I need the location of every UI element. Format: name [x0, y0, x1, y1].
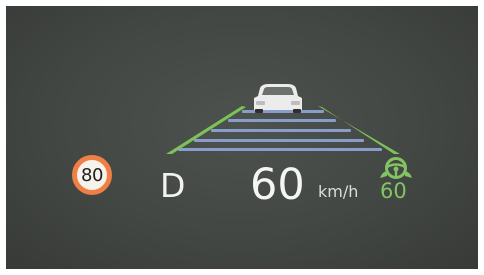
lane-guidance — [166, 84, 400, 154]
speed-limit-sign-icon: 80 — [72, 155, 112, 195]
cruise-set-speed: 60 — [380, 179, 407, 203]
distance-stripe — [228, 119, 336, 122]
distance-stripe — [242, 110, 324, 113]
speed-unit: km/h — [318, 182, 359, 201]
hud-display: 80 D 60 km/h 60 — [6, 6, 478, 269]
gear-indicator: D — [160, 166, 186, 205]
current-speed: 60 — [250, 160, 305, 210]
distance-stripe — [178, 148, 382, 151]
car-icon — [254, 84, 302, 113]
distance-stripe — [194, 139, 364, 142]
speed-limit-value: 80 — [81, 164, 103, 186]
distance-stripe — [211, 129, 351, 132]
